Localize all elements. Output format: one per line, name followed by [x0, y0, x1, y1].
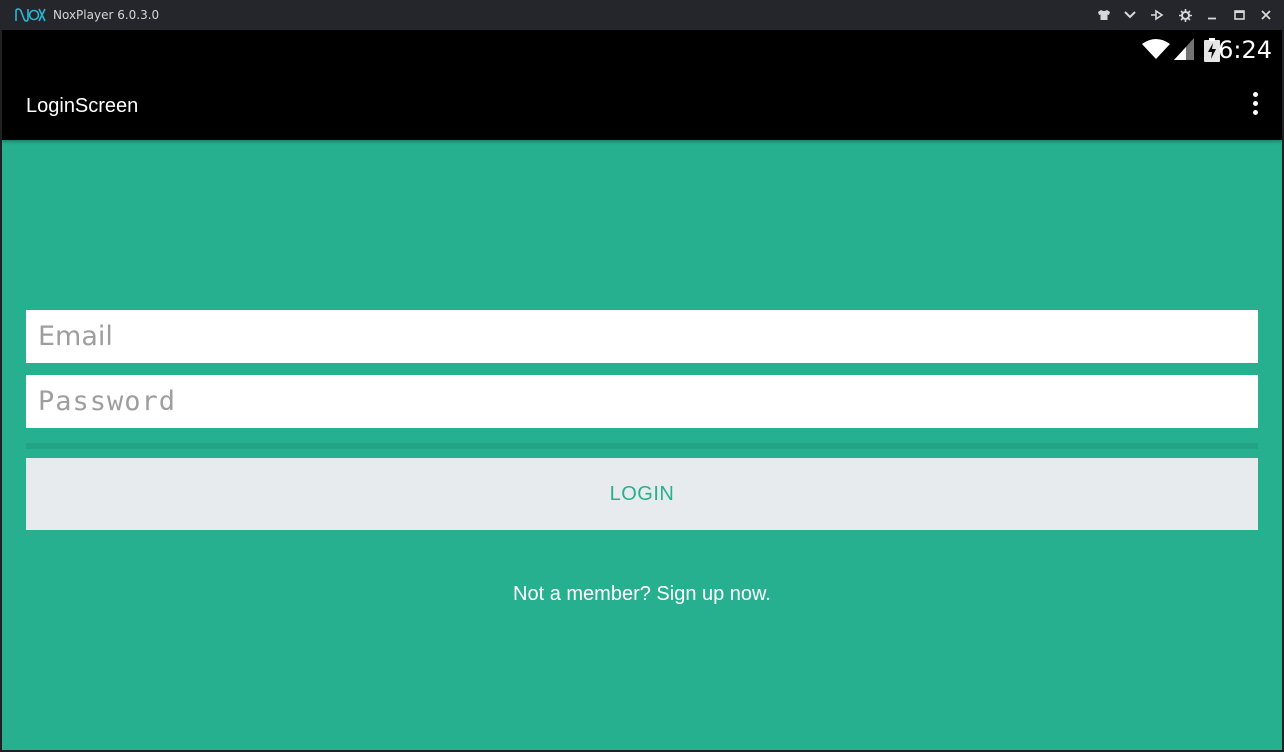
- email-field[interactable]: [26, 310, 1258, 363]
- app-title: LoginScreen: [26, 95, 139, 117]
- pin-icon[interactable]: [1148, 6, 1166, 24]
- form-divider: [26, 443, 1258, 449]
- login-button[interactable]: LOGIN: [26, 458, 1258, 530]
- window-title: NoxPlayer 6.0.3.0: [53, 8, 160, 22]
- overflow-menu-icon[interactable]: [1248, 92, 1262, 120]
- status-time: 6:24: [1218, 36, 1272, 64]
- nox-logo: [15, 8, 46, 22]
- signup-link[interactable]: Not a member? Sign up now.: [2, 582, 1282, 606]
- shirt-icon[interactable]: [1095, 6, 1113, 24]
- minimize-icon[interactable]: [1203, 6, 1221, 24]
- chevron-down-icon[interactable]: [1121, 6, 1139, 24]
- close-icon[interactable]: [1257, 6, 1275, 24]
- app-bar: LoginScreen: [2, 70, 1282, 140]
- signal-icon: [1174, 38, 1194, 60]
- status-bar: 6:24: [2, 30, 1282, 70]
- maximize-icon[interactable]: [1230, 6, 1248, 24]
- gear-icon[interactable]: [1176, 6, 1194, 24]
- password-field[interactable]: [26, 375, 1258, 428]
- wifi-icon: [1142, 39, 1170, 59]
- emulator-title-bar: NoxPlayer 6.0.3.0: [0, 0, 1284, 30]
- device-screen: 6:24 LoginScreen LOGIN Not a member? Sig…: [2, 30, 1282, 750]
